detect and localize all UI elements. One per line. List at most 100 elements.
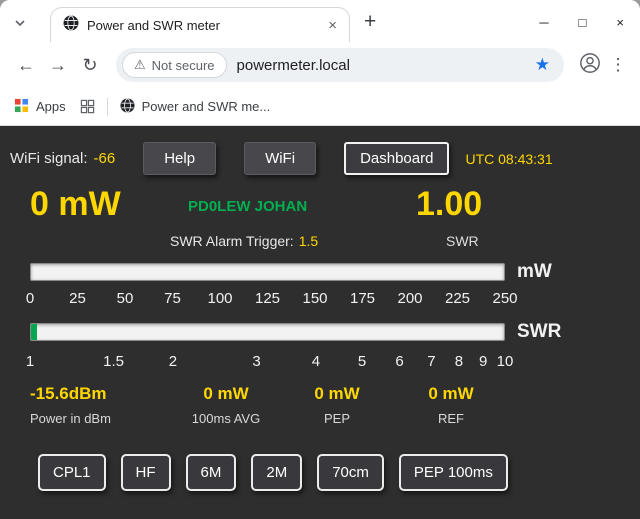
scale-tick: 100 <box>207 290 232 307</box>
scale-tick: 4 <box>312 353 320 370</box>
scale-tick: 9 <box>479 353 487 370</box>
swr-meter-bar <box>30 323 505 341</box>
address-bar[interactable]: ⚠ Not secure powermeter.local ★ <box>116 48 564 82</box>
browser-window: Power and SWR meter × + ─ □ × ← → ↻ ⚠ No… <box>0 0 640 519</box>
browser-toolbar: ← → ↻ ⚠ Not secure powermeter.local ★ ⋮ <box>0 42 640 88</box>
stat-label: REF <box>392 411 510 426</box>
maximize-icon[interactable]: □ <box>579 15 587 30</box>
scale-tick: 5 <box>358 353 366 370</box>
stat-label: 100ms AVG <box>170 411 282 426</box>
stat-value: -15.6dBm <box>30 384 170 404</box>
scale-tick: 25 <box>69 290 86 307</box>
bookmark-star-icon[interactable]: ★ <box>535 55 550 75</box>
stats-row: -15.6dBm Power in dBm 0 mW 100ms AVG 0 m… <box>30 384 630 426</box>
stat-label: Power in dBm <box>30 411 170 426</box>
scale-tick: 75 <box>164 290 181 307</box>
stat-label: PEP <box>282 411 392 426</box>
tab-search-button[interactable] <box>6 8 34 42</box>
mw-unit-label: mW <box>517 261 552 283</box>
apps-grid-icon <box>14 98 29 116</box>
swr-meter-fill <box>31 324 37 340</box>
tab-close-icon[interactable]: × <box>324 17 341 34</box>
scale-tick: 50 <box>117 290 134 307</box>
wifi-signal-label: WiFi signal: <box>10 150 88 167</box>
minimize-icon[interactable]: ─ <box>539 15 548 30</box>
chevron-down-icon <box>14 16 26 34</box>
tab-title: Power and SWR meter <box>87 18 316 33</box>
swr-unit-label: SWR <box>517 321 561 343</box>
scale-tick: 200 <box>397 290 422 307</box>
swr-alarm-value: 1.5 <box>299 233 318 249</box>
globe-favicon-icon <box>120 98 135 116</box>
mw-scale: 0 25 50 75 100 125 150 175 200 225 250 <box>30 289 505 309</box>
hf-button[interactable]: HF <box>121 454 171 491</box>
scale-tick: 175 <box>350 290 375 307</box>
scale-tick: 8 <box>455 353 463 370</box>
stat-dbm: -15.6dBm Power in dBm <box>30 384 170 426</box>
page-header: WiFi signal: -66 Help WiFi Dashboard UTC… <box>10 142 630 175</box>
scale-tick: 0 <box>26 290 34 307</box>
70cm-button[interactable]: 70cm <box>317 454 384 491</box>
2m-button[interactable]: 2M <box>251 454 302 491</box>
apps-shortcut[interactable]: Apps <box>14 98 66 116</box>
scale-tick: 3 <box>252 353 260 370</box>
scale-tick: 7 <box>427 353 435 370</box>
scale-tick: 150 <box>302 290 327 307</box>
help-button[interactable]: Help <box>143 142 216 175</box>
swr-reading: 1.00 <box>416 185 482 224</box>
bookmark-item[interactable]: Power and SWR me... <box>120 98 271 116</box>
scale-tick: 125 <box>255 290 280 307</box>
6m-button[interactable]: 6M <box>186 454 237 491</box>
utc-clock: UTC 08:43:31 <box>465 151 552 167</box>
scale-tick: 225 <box>445 290 470 307</box>
alarm-row: SWR Alarm Trigger:1.5 SWR <box>10 233 630 255</box>
swr-alarm-label: SWR Alarm Trigger:1.5 <box>170 233 318 249</box>
scale-tick: 1 <box>26 353 34 370</box>
swr-meter: SWR <box>30 321 630 343</box>
stat-value: 0 mW <box>392 384 510 404</box>
stat-ref: 0 mW REF <box>392 384 510 426</box>
wifi-button[interactable]: WiFi <box>244 142 316 175</box>
close-icon[interactable]: × <box>616 15 624 30</box>
swr-scale: 1 1.5 2 3 4 5 6 7 8 9 10 <box>30 352 505 372</box>
dashboard-button[interactable]: Dashboard <box>344 142 449 175</box>
station-callsign: PD0LEW JOHAN <box>188 198 307 215</box>
security-label: Not secure <box>152 58 215 73</box>
tab-strip: Power and SWR meter × + ─ □ × <box>0 0 640 42</box>
stat-avg: 0 mW 100ms AVG <box>170 384 282 426</box>
power-meter-page: WiFi signal: -66 Help WiFi Dashboard UTC… <box>0 126 640 519</box>
warning-icon: ⚠ <box>134 57 146 73</box>
url-text[interactable]: powermeter.local <box>237 57 535 74</box>
stat-value: 0 mW <box>282 384 392 404</box>
new-tab-button[interactable]: + <box>364 10 376 34</box>
scale-tick: 1.5 <box>103 353 124 370</box>
scale-tick: 6 <box>395 353 403 370</box>
pep-100ms-button[interactable]: PEP 100ms <box>399 454 508 491</box>
bookmark-label: Power and SWR me... <box>142 99 271 114</box>
browser-tab[interactable]: Power and SWR meter × <box>50 7 350 42</box>
scale-tick: 250 <box>492 290 517 307</box>
scale-tick: 10 <box>497 353 514 370</box>
swr-caption: SWR <box>446 233 479 249</box>
mw-meter: mW <box>30 261 630 283</box>
reload-icon[interactable]: ↻ <box>74 55 106 76</box>
power-reading: 0 mW <box>30 185 121 224</box>
scale-tick: 2 <box>169 353 177 370</box>
forward-icon[interactable]: → <box>42 55 74 76</box>
globe-favicon-icon <box>63 15 79 36</box>
cpl1-button[interactable]: CPL1 <box>38 454 106 491</box>
menu-icon[interactable]: ⋮ <box>606 55 630 75</box>
wifi-signal-value: -66 <box>94 150 116 167</box>
back-icon[interactable]: ← <box>10 55 42 76</box>
stat-value: 0 mW <box>170 384 282 404</box>
controls-row: CPL1 HF 6M 2M 70cm PEP 100ms <box>38 454 630 491</box>
apps-label: Apps <box>36 99 66 114</box>
not-secure-chip[interactable]: ⚠ Not secure <box>122 52 227 78</box>
bookmarks-separator <box>107 98 108 116</box>
grid-outline-icon[interactable] <box>80 99 95 114</box>
mw-meter-bar <box>30 263 505 281</box>
avatar-icon <box>579 52 601 79</box>
bookmarks-bar: Apps Power and SWR me... <box>0 88 640 126</box>
main-readings: 0 mW PD0LEW JOHAN 1.00 <box>10 185 630 233</box>
profile-button[interactable] <box>574 52 606 79</box>
